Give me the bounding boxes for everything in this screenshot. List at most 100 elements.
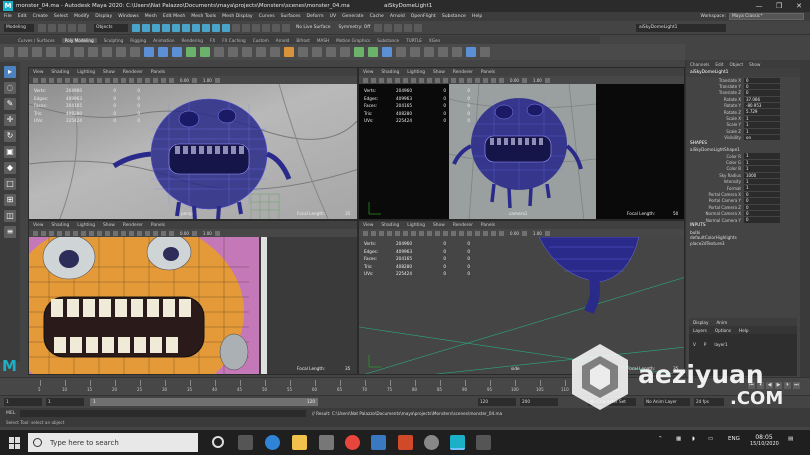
isolate-icon[interactable]: [411, 230, 416, 236]
menu-select[interactable]: Select: [54, 14, 68, 19]
shelf-tab-bifrost[interactable]: Bifrost: [296, 38, 310, 43]
textured-icon[interactable]: [57, 77, 62, 83]
pick-mask-curves-icon[interactable]: [182, 23, 190, 32]
fill-hole-icon[interactable]: [256, 47, 266, 57]
safe-action-icon[interactable]: [451, 77, 456, 83]
sculpt-icon[interactable]: [410, 47, 420, 57]
gamma-field[interactable]: 1.00: [203, 231, 212, 236]
motion-blur-icon[interactable]: [483, 77, 488, 83]
chrome-icon[interactable]: [345, 435, 360, 450]
taskbar-clock[interactable]: 08:05 15/10/2020: [750, 434, 779, 447]
vp-menu-panels[interactable]: Panels: [481, 70, 495, 75]
poly-sphere-icon[interactable]: [4, 47, 14, 57]
vp-menu-panels[interactable]: Panels: [481, 223, 495, 228]
network-icon[interactable]: ▦: [676, 436, 681, 442]
pick-mask-deformers-icon[interactable]: [202, 23, 210, 32]
animation-end-field[interactable]: 200: [520, 398, 558, 406]
field-chart-icon[interactable]: [459, 77, 464, 83]
film-gate-icon[interactable]: [113, 230, 118, 236]
range-bar[interactable]: 1 120: [90, 398, 318, 406]
office-icon[interactable]: [398, 435, 413, 450]
gamma-icon[interactable]: [521, 77, 527, 83]
layout-single-icon[interactable]: □: [4, 178, 16, 190]
channel-menu-object[interactable]: Object: [729, 62, 743, 67]
offset-edge-loop-icon[interactable]: [340, 47, 350, 57]
grid-icon[interactable]: [97, 230, 102, 236]
field-chart-icon[interactable]: [129, 77, 134, 83]
layer-playback-toggle[interactable]: P: [704, 342, 707, 347]
menu-surfaces[interactable]: Surfaces: [281, 14, 301, 19]
vp-menu-show[interactable]: Show: [103, 70, 115, 75]
shelf-tab-rendering[interactable]: Rendering: [182, 38, 203, 43]
selection-mode-dropdown[interactable]: Objects: [94, 23, 128, 32]
layout-two-icon[interactable]: ◫: [4, 210, 16, 222]
wireframe-icon[interactable]: [371, 230, 376, 236]
file-explorer-icon[interactable]: [292, 435, 307, 450]
shelf-tab-substance[interactable]: Substance: [377, 38, 399, 43]
grid-icon[interactable]: [97, 77, 102, 83]
attr-value[interactable]: 0: [744, 204, 780, 210]
poly-cube-icon[interactable]: [18, 47, 28, 57]
aa-icon[interactable]: [467, 230, 472, 236]
soft-select-icon[interactable]: [396, 47, 406, 57]
step-forward-icon[interactable]: ⏵: [784, 382, 791, 389]
snap-grid-icon[interactable]: [242, 23, 250, 32]
menu-openflight[interactable]: OpenFlight: [411, 14, 436, 19]
menu-mesh[interactable]: Mesh: [145, 14, 157, 19]
channel-object-name[interactable]: aiSkyDomeLight1: [686, 68, 800, 77]
merge-icon[interactable]: [270, 47, 280, 57]
vp-menu-lighting[interactable]: Lighting: [77, 70, 95, 75]
vp-menu-panels[interactable]: Panels: [151, 223, 165, 228]
vp-menu-show[interactable]: Show: [433, 70, 445, 75]
lasso-tool-icon[interactable]: ◌: [4, 82, 16, 94]
save-scene-icon[interactable]: [58, 23, 66, 32]
aa-icon[interactable]: [137, 230, 142, 236]
rotate-tool-icon[interactable]: ↻: [4, 130, 16, 142]
attr-value[interactable]: 1: [744, 159, 780, 166]
platonic-solid-icon[interactable]: [102, 47, 112, 57]
isolate-icon[interactable]: [81, 77, 86, 83]
gamma-field[interactable]: 1.00: [203, 78, 212, 83]
color-management-icon[interactable]: [544, 77, 550, 83]
menu-edit[interactable]: Edit: [18, 14, 27, 19]
go-to-start-icon[interactable]: ⏮: [748, 382, 755, 389]
go-to-end-icon[interactable]: ⏭: [793, 382, 800, 389]
magnet-icon[interactable]: [282, 23, 290, 32]
bridge-icon[interactable]: [228, 47, 238, 57]
poly-disc-icon[interactable]: [88, 47, 98, 57]
attr-value[interactable]: 1: [744, 185, 780, 191]
mirror-icon[interactable]: [200, 47, 210, 57]
layout-outliner-icon[interactable]: ≡: [4, 226, 16, 238]
super-shape-icon[interactable]: [116, 47, 126, 57]
vp-menu-lighting[interactable]: Lighting: [407, 70, 425, 75]
edge-icon[interactable]: [265, 435, 280, 450]
motion-blur-icon[interactable]: [153, 230, 158, 236]
lights-icon[interactable]: [395, 230, 400, 236]
notification-icon[interactable]: ▤: [788, 436, 793, 442]
battery-icon[interactable]: ▭: [708, 436, 713, 442]
vp-menu-shading[interactable]: Shading: [51, 70, 69, 75]
safe-action-icon[interactable]: [121, 77, 126, 83]
panel-side-tabs[interactable]: [800, 60, 810, 380]
field-chart-icon[interactable]: [129, 230, 134, 236]
xray-icon[interactable]: [89, 230, 94, 236]
poly-torus-icon[interactable]: [60, 47, 70, 57]
attr-value[interactable]: 0: [744, 210, 780, 217]
shelf-tab-poly-modeling[interactable]: Poly Modeling: [61, 37, 97, 43]
hypershade-icon[interactable]: [414, 23, 423, 32]
target-weld-icon[interactable]: [298, 47, 308, 57]
vp-menu-view[interactable]: View: [363, 70, 373, 75]
layer-menu-layers[interactable]: Layers: [693, 328, 707, 333]
camera-icon[interactable]: [363, 77, 368, 83]
automatic-map-icon[interactable]: [368, 47, 378, 57]
separate-icon[interactable]: [158, 47, 168, 57]
quad-draw-icon[interactable]: [312, 47, 322, 57]
symmetry-label[interactable]: Symmetry: Off: [338, 25, 370, 30]
move-tool-icon[interactable]: ✛: [4, 114, 16, 126]
textured-icon[interactable]: [387, 230, 392, 236]
layer-row[interactable]: V P layer1: [689, 340, 797, 348]
snap-view-plane-icon[interactable]: [272, 23, 280, 32]
xray-icon[interactable]: [89, 77, 94, 83]
shelf-tab-turtle[interactable]: TURTLE: [406, 38, 422, 43]
dof-icon[interactable]: [491, 77, 496, 83]
